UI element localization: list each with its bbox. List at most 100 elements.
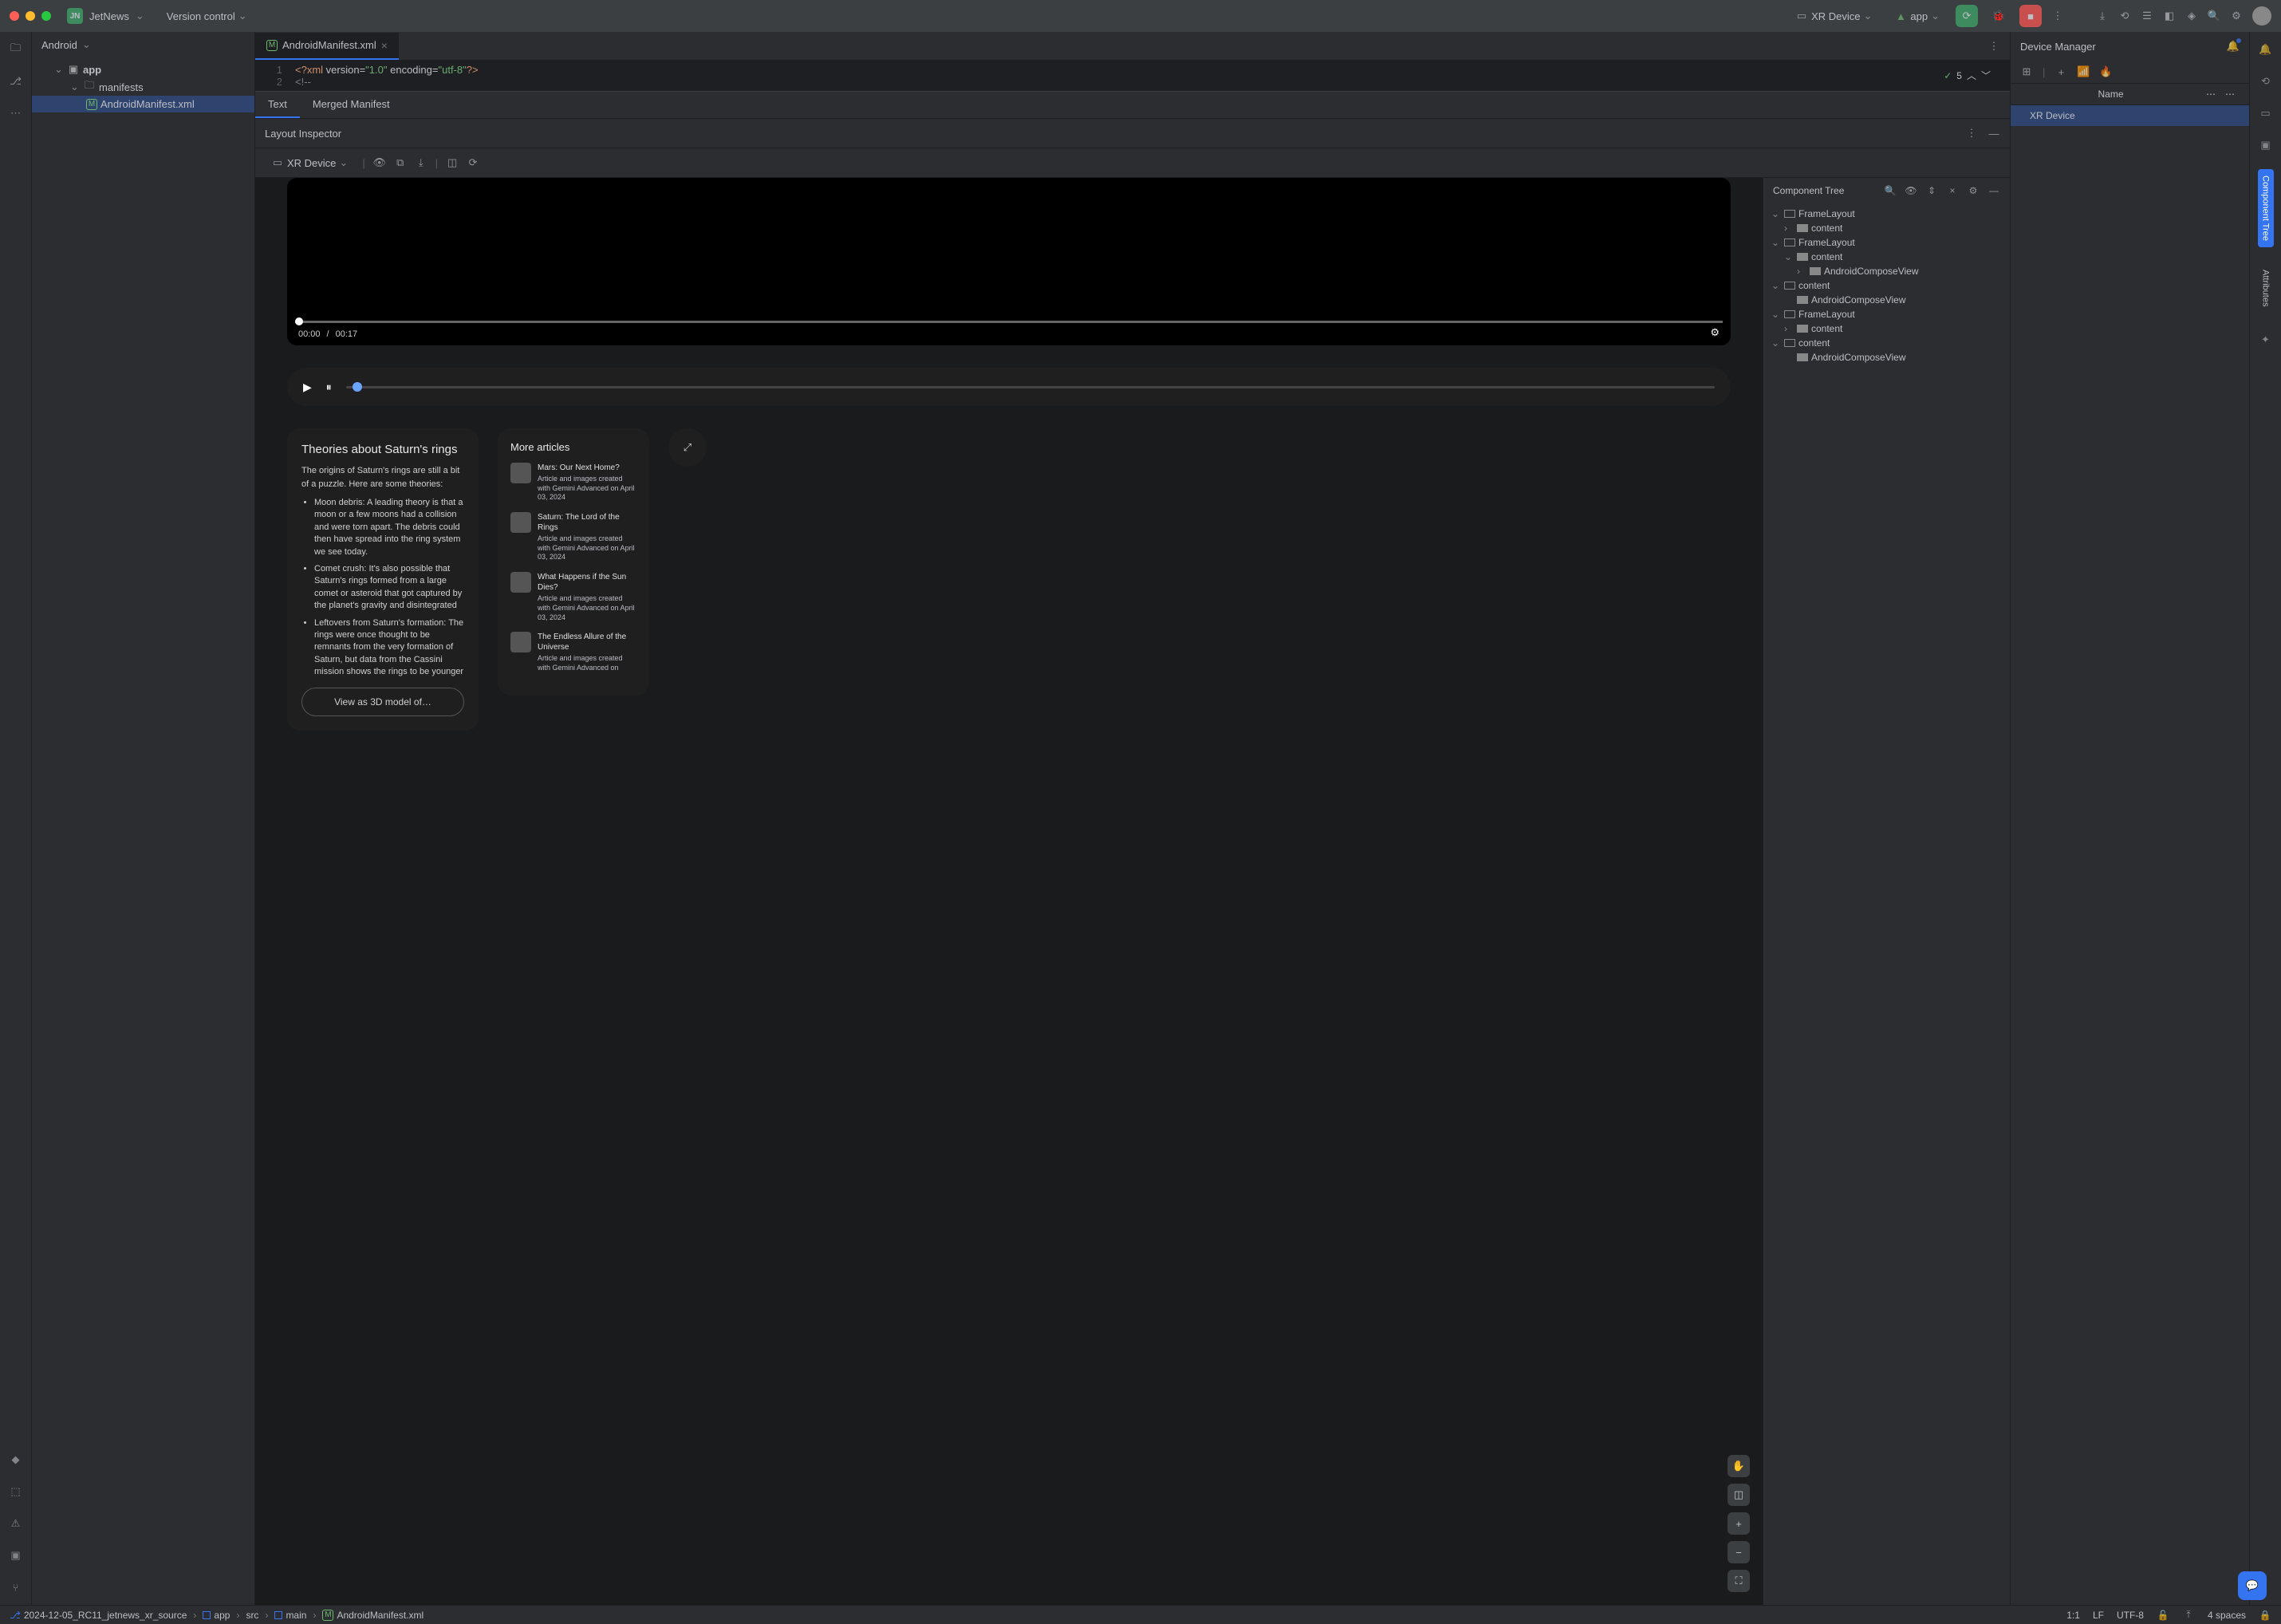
breadcrumb-item[interactable]: MAndroidManifest.xml (322, 1610, 424, 1621)
add-device-icon[interactable]: + (2054, 65, 2067, 78)
vcs-tool-icon[interactable]: ⎇ (8, 73, 24, 89)
vcs-menu[interactable]: Version control ⌄ (160, 6, 254, 26)
more-item[interactable]: The Endless Allure of the Universe Artic… (510, 632, 636, 672)
more-tools-icon[interactable]: ⋯ (8, 105, 24, 121)
video-player[interactable]: 00:00 / 00:17 ⚙ (287, 178, 1731, 345)
stop-button[interactable]: ■ (2019, 5, 2042, 27)
gem-icon[interactable]: ◆ (8, 1452, 24, 1468)
terminal-icon[interactable]: ▣ (8, 1547, 24, 1563)
editor-tab-manifest[interactable]: M AndroidManifest.xml × (255, 33, 399, 60)
indent-setting[interactable]: 4 spaces (2208, 1610, 2246, 1621)
visibility-icon[interactable]: 👁 (1905, 184, 1917, 197)
tree-node-manifests[interactable]: ⌄ 🗀 manifests (32, 78, 254, 96)
pair-icon[interactable]: ⊞ (2020, 65, 2033, 78)
ct-node[interactable]: ⌄FrameLayout (1763, 235, 2010, 250)
editor-status[interactable]: ✓ 5 ︿ ﹀ (1944, 69, 1991, 82)
ct-node[interactable]: ›content (1763, 321, 2010, 336)
mode-button[interactable]: ◫ (1727, 1484, 1750, 1506)
ct-node[interactable]: AndroidComposeView (1763, 350, 2010, 365)
settings-icon[interactable]: ⚙ (2230, 10, 2243, 22)
notifications-icon[interactable]: 🔔 (2227, 40, 2240, 53)
git-branch[interactable]: ⎇ 2024-12-05_RC11_jetnews_xr_source (10, 1610, 187, 1621)
device-manager-tool-icon[interactable]: ▭ (2258, 105, 2274, 121)
audio-slider[interactable] (346, 386, 1715, 388)
progress-knob[interactable] (295, 317, 303, 325)
gradle-tool-icon[interactable]: ⟲ (2258, 73, 2274, 89)
subtab-merged-manifest[interactable]: Merged Manifest (300, 92, 403, 118)
ct-node[interactable]: ›AndroidComposeView (1763, 264, 2010, 278)
zoom-out-button[interactable]: − (1727, 1541, 1750, 1563)
rerun-button[interactable]: ⟳ (1956, 5, 1978, 27)
breadcrumb-item[interactable]: app (203, 1610, 230, 1621)
more-item[interactable]: Mars: Our Next Home? Article and images … (510, 463, 636, 503)
chevron-down-icon[interactable]: ﹀ (1981, 69, 1991, 82)
inspector-device-selector[interactable]: ▭ XR Device ⌄ (265, 153, 354, 172)
snapshot-icon[interactable]: ⧉ (394, 156, 407, 169)
zoom-in-button[interactable]: + (1727, 1512, 1750, 1535)
line-ending[interactable]: LF (2093, 1610, 2104, 1621)
settings-icon[interactable]: ⚙ (1967, 184, 1980, 197)
problems-icon[interactable]: ⚠ (8, 1516, 24, 1531)
project-name[interactable]: JetNews (89, 10, 129, 22)
collapse-icon[interactable]: × (1946, 184, 1959, 197)
breadcrumb-item[interactable]: main (274, 1610, 306, 1621)
project-panel-header[interactable]: Android ⌄ (32, 32, 254, 57)
ct-node[interactable]: ⌄content (1763, 250, 2010, 264)
device-selector[interactable]: ▭ XR Device ⌄ (1789, 6, 1878, 26)
search-icon[interactable]: 🔍 (2208, 10, 2220, 22)
project-tool-icon[interactable]: 🗀 (8, 41, 24, 57)
play-icon[interactable]: ▶ (303, 380, 312, 394)
minimize-icon[interactable]: — (1988, 184, 2000, 197)
tree-node-app[interactable]: ⌄ ▣ app (32, 61, 254, 78)
fit-button[interactable]: ⛶ (1727, 1570, 1750, 1592)
ct-node[interactable]: AndroidComposeView (1763, 293, 2010, 307)
component-tree-tab[interactable]: Component Tree (2258, 169, 2274, 247)
cursor-position[interactable]: 1:1 (2066, 1610, 2080, 1621)
attributes-tab[interactable]: Attributes (2258, 263, 2274, 313)
more-item[interactable]: What Happens if the Sun Dies? Article an… (510, 572, 636, 622)
article-card[interactable]: Theories about Saturn's rings The origin… (287, 428, 479, 731)
file-encoding[interactable]: UTF-8 (2117, 1610, 2144, 1621)
code-editor[interactable]: 1 <?xml version="1.0" encoding="utf-8"?>… (255, 61, 2010, 91)
pan-button[interactable]: ✋ (1727, 1455, 1750, 1477)
refresh-icon[interactable]: ⟳ (467, 156, 479, 169)
wifi-icon[interactable]: 📶 (2077, 65, 2090, 78)
notifications-tool-icon[interactable]: 🔔 (2258, 41, 2274, 57)
more-item[interactable]: Saturn: The Lord of the Rings Article an… (510, 512, 636, 562)
running-devices-icon[interactable]: ▣ (2258, 137, 2274, 153)
minimize-panel-icon[interactable]: — (1988, 127, 2000, 140)
column-header-name[interactable]: Name (2020, 89, 2201, 100)
layers-icon[interactable]: ◫ (446, 156, 459, 169)
git-icon[interactable]: ⑂ (8, 1579, 24, 1595)
profiler-icon[interactable]: ◧ (2163, 10, 2176, 22)
maximize-window-button[interactable] (41, 11, 51, 21)
run-config-selector[interactable]: ▲ app ⌄ (1888, 6, 1946, 26)
visibility-icon[interactable]: 👁 (373, 156, 386, 169)
breadcrumb-item[interactable]: src (246, 1610, 258, 1621)
tree-node-manifest-file[interactable]: M AndroidManifest.xml (32, 96, 254, 112)
ai-assistant-fab[interactable]: 💬 (2238, 1571, 2267, 1600)
lock-icon[interactable]: 🔒 (2259, 1609, 2271, 1622)
device-preview[interactable]: 00:00 / 00:17 ⚙ ▶ ⏸ (255, 178, 1763, 1605)
export-icon[interactable]: ⤓ (415, 156, 427, 169)
expand-all-icon[interactable]: ⇕ (1925, 184, 1938, 197)
panel-options-icon[interactable]: ⋮ (1965, 127, 1978, 140)
ct-node[interactable]: ⌄content (1763, 278, 2010, 293)
video-progress-bar[interactable] (295, 321, 1723, 323)
chevron-up-icon[interactable]: ︿ (1967, 69, 1976, 82)
close-window-button[interactable] (10, 11, 19, 21)
sync-icon[interactable]: ⤓ (2096, 10, 2109, 22)
ai-sparkle-icon[interactable]: ✦ (2258, 332, 2274, 348)
search-icon[interactable]: 🔍 (1884, 184, 1897, 197)
tab-actions-icon[interactable]: ⋮ (1988, 40, 2000, 53)
ct-node[interactable]: ›content (1763, 221, 2010, 235)
app-inspection-icon[interactable]: ◈ (2185, 10, 2198, 22)
ct-node[interactable]: ⌄FrameLayout (1763, 207, 2010, 221)
expand-fab[interactable]: ⤢ (668, 428, 707, 467)
slider-knob[interactable] (353, 382, 362, 392)
account-avatar[interactable] (2252, 6, 2271, 26)
device-row-selected[interactable]: XR Device (2011, 105, 2249, 126)
more-actions-icon[interactable]: ⋮ (2051, 10, 2064, 22)
debug-button[interactable]: 🐞 (1988, 5, 2010, 27)
firebase-icon[interactable]: 🔥 (2099, 65, 2112, 78)
